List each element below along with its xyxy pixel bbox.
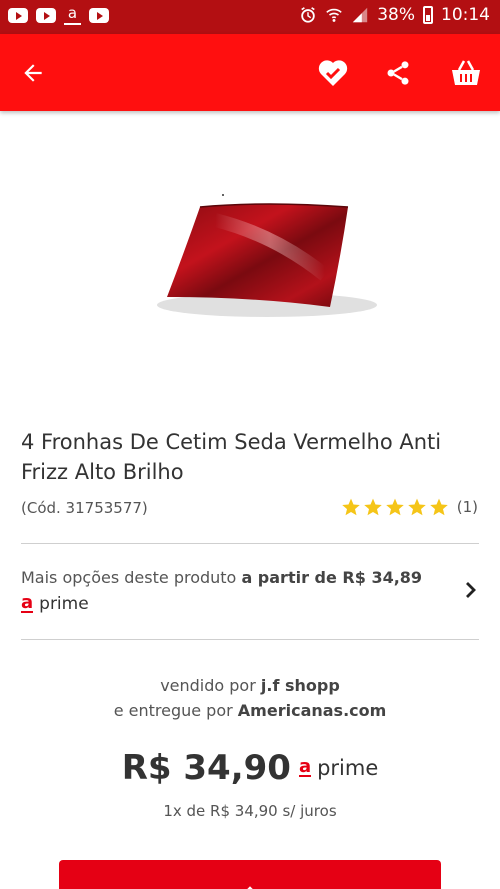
delivered-by-line: e entregue por Americanas.com <box>0 698 500 723</box>
price-row: R$ 34,90 a prime <box>0 748 500 788</box>
battery-icon <box>423 6 433 24</box>
prime-label: prime <box>39 594 89 614</box>
clock: 10:14 <box>441 5 490 25</box>
cart-button[interactable] <box>447 54 485 92</box>
americanas-logo: a <box>21 592 34 613</box>
system-icons: 38% 10:14 <box>299 5 490 25</box>
youtube-icon <box>8 8 28 23</box>
more-options-price: a partir de R$ 34,89 <box>241 568 423 587</box>
star-icon <box>386 498 404 516</box>
star-icon <box>408 498 426 516</box>
prime-badge: a prime <box>298 756 379 780</box>
pillow-image <box>157 194 377 317</box>
favorite-button[interactable] <box>314 54 352 92</box>
product-title: 4 Fronhas De Cetim Seda Vermelho Anti Fr… <box>21 430 442 484</box>
installments-text: 1x de R$ 34,90 s/ juros <box>163 802 337 820</box>
favorite-heart-check-icon <box>318 60 348 86</box>
star-icon <box>342 498 360 516</box>
more-options-row[interactable]: Mais opções deste produto a partir de R$… <box>0 550 500 638</box>
seller-info: vendido por j.f shopp e entregue por Ame… <box>0 673 500 723</box>
sold-by-prefix: vendido por <box>160 676 256 695</box>
star-icon <box>430 498 448 516</box>
americanas-logo: a <box>298 756 312 777</box>
youtube-icon <box>89 8 109 23</box>
chevron-up-icon <box>247 886 253 889</box>
back-button[interactable] <box>14 54 52 92</box>
app-bar <box>0 34 500 111</box>
share-button[interactable] <box>379 54 417 92</box>
notification-icons: a <box>8 6 109 25</box>
more-options-text: Mais opções deste produto a partir de R$… <box>21 568 422 587</box>
share-icon <box>387 61 409 85</box>
status-bar: a 38% 10:14 <box>0 0 500 34</box>
divider <box>21 543 479 544</box>
product-image[interactable] <box>125 125 405 400</box>
prime-badge: a prime <box>21 594 89 614</box>
prime-label: prime <box>317 756 379 780</box>
sold-by-line: vendido por j.f shopp <box>0 673 500 698</box>
price: R$ 34,90 <box>121 748 291 788</box>
alarm-icon <box>301 7 315 23</box>
sold-by-link[interactable]: j.f shopp <box>261 676 340 695</box>
back-arrow-icon <box>24 64 42 82</box>
shopping-basket-icon <box>452 60 480 85</box>
buy-button[interactable] <box>59 860 441 889</box>
delivered-by-prefix: e entregue por <box>113 701 233 720</box>
more-options-prefix: Mais opções deste produto <box>21 568 237 587</box>
delivered-by-name: Americanas.com <box>237 701 387 720</box>
rating-count: (1) <box>456 498 478 516</box>
signal-icon <box>353 7 368 23</box>
divider <box>21 639 479 640</box>
wifi-icon <box>326 8 342 22</box>
product-rating[interactable]: (1) <box>341 497 478 517</box>
battery-percent: 38% <box>377 5 415 25</box>
product-code: (Cód. 31753577) <box>21 499 148 517</box>
youtube-icon <box>36 8 56 23</box>
star-icon <box>364 498 382 516</box>
americanas-notification-icon: a <box>64 6 81 25</box>
chevron-right-icon <box>466 582 476 598</box>
